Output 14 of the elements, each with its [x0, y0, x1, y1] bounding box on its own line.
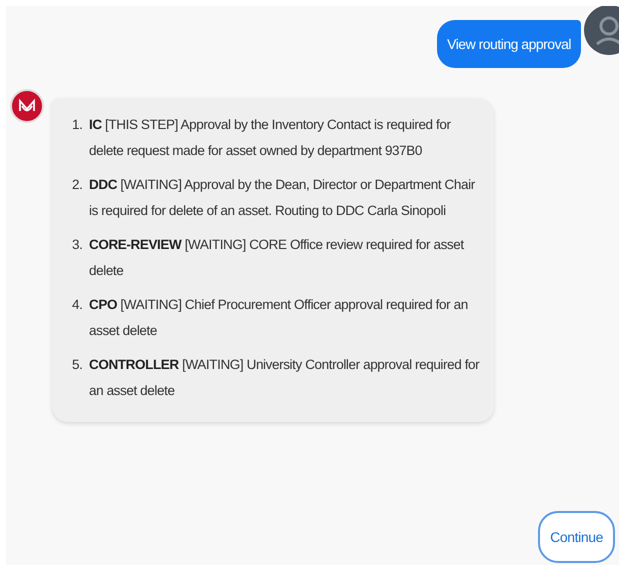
step-number: 3.: [72, 236, 84, 254]
user-avatar-icon: [583, 6, 619, 58]
step-number: 4.: [72, 296, 84, 314]
step-number: 5.: [72, 356, 84, 374]
step-text: CPO [WAITING] Chief Procurement Officer approval required for an asset delete: [89, 296, 469, 340]
step-text: IC [THIS STEP] Approval by the Inventory Contact is required for delete request made for asset owned by department 937B0: [89, 116, 452, 160]
step-text: DDC [WAITING] Approval by the Dean, Director or Department Chair is required for delete of an asset. Routing to DDC Carla Sinopoli: [89, 176, 476, 220]
user-message: View routing approval: [437, 20, 581, 68]
step-number: 2.: [72, 176, 84, 194]
logo-icon: [10, 89, 44, 123]
continue-button[interactable]: Continue: [538, 511, 615, 563]
step-text: CONTROLLER [WAITING] University Controller approval required for an asset delete: [89, 356, 480, 400]
step-text: CORE-REVIEW [WAITING] CORE Office review required for asset delete: [89, 236, 465, 280]
step-number: 1.: [72, 116, 84, 134]
